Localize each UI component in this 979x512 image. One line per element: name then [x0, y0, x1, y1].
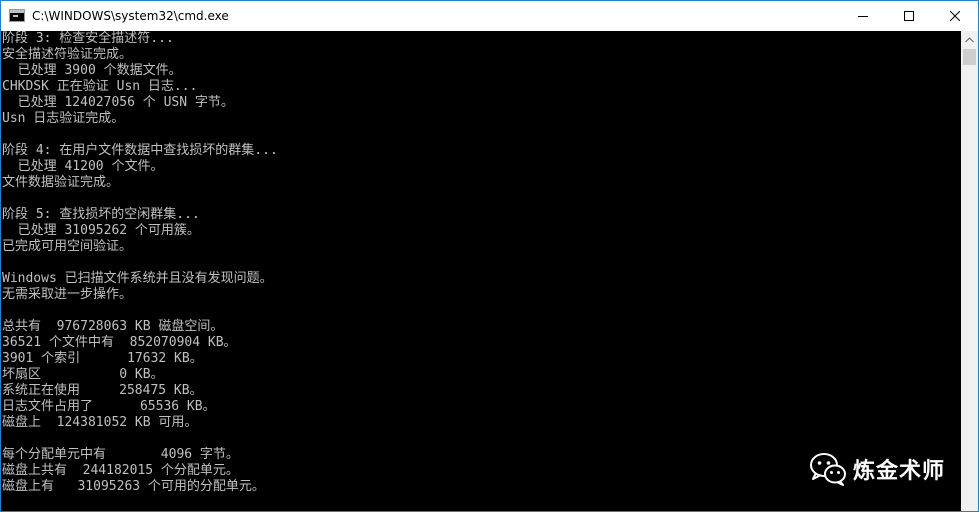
console-line: 已处理 41200 个文件。	[2, 159, 164, 174]
console-line: 已处理 31095262 个可用簇。	[2, 223, 200, 238]
scroll-up-button[interactable]	[961, 31, 978, 48]
title-bar[interactable]: C:\WINDOWS\system32\cmd.exe	[1, 1, 978, 31]
cmd-icon[interactable]	[9, 9, 25, 22]
console-line: 安全描述符验证完成。	[2, 47, 133, 62]
close-icon	[950, 11, 960, 21]
console-line: 磁盘上 124381052 KB 可用。	[2, 415, 198, 430]
console-line: 系统正在使用 258475 KB。	[2, 383, 203, 398]
vertical-scrollbar[interactable]	[961, 31, 978, 511]
console-line: 日志文件占用了 65536 KB。	[2, 399, 216, 414]
console-line: 每个分配单元中有 4096 字节。	[2, 447, 239, 462]
close-button[interactable]	[932, 1, 978, 31]
console-line: 阶段 5: 查找损坏的空闲群集...	[2, 207, 200, 222]
maximize-icon	[904, 11, 914, 21]
console-line: 坏扇区 0 KB。	[2, 367, 164, 382]
console-line: 36521 个文件中有 852070904 KB。	[2, 335, 237, 350]
console-line: CHKDSK 正在验证 Usn 日志...	[2, 79, 198, 94]
console-line: 阶段 3: 检查安全描述符...	[2, 31, 174, 46]
console-line: 文件数据验证完成。	[2, 175, 120, 190]
scroll-up-arrow-icon	[965, 36, 974, 42]
watermark-text: 炼金术师	[853, 459, 946, 484]
console-output[interactable]: 阶段 3: 检查安全描述符... 安全描述符验证完成。 已处理 3900 个数据文…	[1, 31, 961, 511]
console-line: 已处理 3900 个数据文件。	[2, 63, 182, 78]
console-line: 已处理 124027056 个 USN 字节。	[2, 95, 234, 110]
wechat-icon	[810, 453, 846, 486]
console-line: 磁盘上有 31095263 个可用的分配单元。	[2, 479, 265, 494]
minimize-icon	[858, 16, 868, 17]
maximize-button[interactable]	[886, 1, 932, 31]
cmd-window: C:\WINDOWS\system32\cmd.exe 阶段 3: 检查安全描述…	[0, 0, 979, 512]
window-title: C:\WINDOWS\system32\cmd.exe	[32, 9, 229, 23]
console-line: 磁盘上共有 244182015 个分配单元。	[2, 463, 239, 478]
console-line: 已完成可用空间验证。	[2, 239, 133, 254]
watermark: 炼金术师	[809, 449, 945, 489]
scroll-thumb[interactable]	[963, 49, 976, 65]
console-line: Usn 日志验证完成。	[2, 111, 125, 126]
console-line: 3901 个索引 17632 KB。	[2, 351, 203, 366]
console-line: Windows 已扫描文件系统并且没有发现问题。	[2, 271, 273, 286]
minimize-button[interactable]	[840, 1, 886, 31]
console-line: 阶段 4: 在用户文件数据中查找损坏的群集...	[2, 143, 278, 158]
console-line: 无需采取进一步操作。	[2, 287, 133, 302]
console-line: 总共有 976728063 KB 磁盘空间。	[2, 319, 224, 334]
